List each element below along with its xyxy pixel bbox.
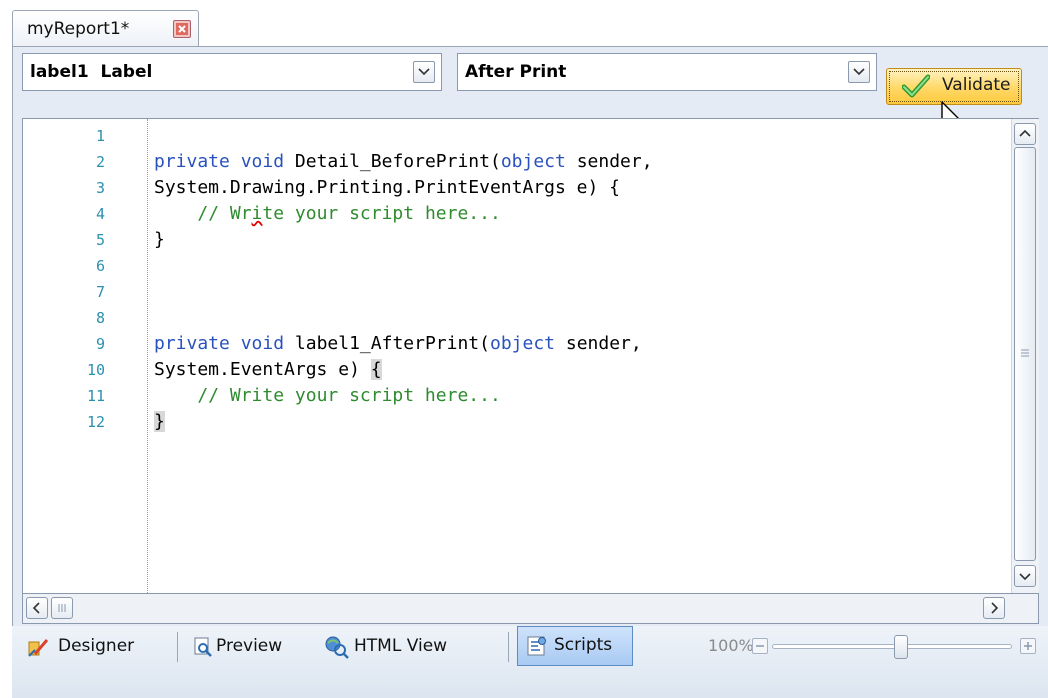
code-line[interactable]: // Write your script here... [154, 203, 501, 224]
line-number: 5 [95, 231, 105, 249]
code-text: System.Drawing.Printing.PrintEventArgs e… [154, 177, 620, 198]
checkmark-icon [902, 74, 930, 98]
preview-icon [194, 637, 212, 657]
tab-title: myReport1* [27, 19, 130, 39]
keyword: private [154, 333, 230, 354]
chevron-down-icon[interactable] [848, 61, 870, 83]
line-number: 4 [95, 205, 105, 223]
zoom-in-button[interactable] [1020, 638, 1036, 654]
code-line[interactable]: private void Detail_BeforePrint(object s… [154, 151, 653, 172]
object-selector-value: label1 Label [30, 62, 152, 82]
toolbar-separator [508, 632, 509, 662]
code-line[interactable]: } [154, 229, 165, 250]
event-selector-combo[interactable]: After Print [457, 53, 877, 91]
scripts-tab-button[interactable]: Scripts [517, 626, 633, 666]
comment-text: te your script here... [262, 203, 501, 224]
close-icon[interactable] [173, 20, 191, 38]
comment-text: // Wr [197, 203, 252, 224]
line-number: 1 [95, 127, 105, 145]
chevron-left-icon[interactable] [26, 597, 48, 619]
line-number: 11 [86, 387, 105, 405]
html-view-icon [325, 636, 349, 659]
line-number: 9 [95, 335, 105, 353]
brace-match-highlight: { [370, 359, 382, 380]
keyword: void [240, 333, 285, 354]
chevron-up-icon[interactable] [1014, 123, 1036, 145]
method-name: Detail_BeforePrint( [294, 151, 501, 172]
code-line[interactable]: } [154, 411, 165, 432]
code-text: sender, [576, 151, 653, 172]
vertical-scroll-thumb[interactable] [1014, 147, 1036, 561]
chevron-down-icon[interactable] [1014, 565, 1036, 587]
line-number: 7 [95, 283, 105, 301]
object-selector-combo[interactable]: label1 Label [22, 53, 442, 91]
gutter-separator [147, 119, 148, 593]
code-line[interactable]: private void label1_AfterPrint(object se… [154, 333, 642, 354]
code-text: System.EventArgs e) [154, 359, 371, 380]
object-type: Label [100, 62, 153, 82]
object-name: label1 [30, 62, 89, 82]
line-number: 10 [86, 361, 105, 379]
spelling-error: i [251, 203, 263, 224]
code-line[interactable]: System.EventArgs e) { [154, 359, 382, 380]
vertical-scrollbar[interactable] [1011, 119, 1039, 593]
zoom-percentage: 100% [708, 636, 754, 655]
toolbar-separator [177, 632, 178, 662]
brace-match-highlight: } [154, 411, 165, 432]
zoom-slider-thumb[interactable] [894, 635, 908, 659]
code-editor[interactable]: 1 2 3 4 5 6 7 8 9 10 11 12 private void … [22, 118, 1039, 594]
chevron-right-icon[interactable] [983, 597, 1005, 619]
horizontal-scroll-thumb[interactable] [51, 597, 73, 619]
code-line[interactable]: // Write your script here... [154, 385, 501, 406]
line-number: 6 [95, 257, 105, 275]
bottom-toolbar: Designer Preview HTML View Scripts 100% [12, 626, 1048, 698]
designer-icon [28, 639, 49, 657]
chevron-down-icon[interactable] [413, 61, 435, 83]
zoom-out-button[interactable] [752, 638, 768, 654]
preview-tab-button[interactable]: Preview [188, 628, 318, 666]
scripts-icon [527, 636, 546, 656]
preview-label: Preview [216, 636, 283, 656]
horizontal-scrollbar[interactable] [22, 594, 1039, 624]
code-line[interactable]: System.Drawing.Printing.PrintEventArgs e… [154, 177, 620, 198]
zoom-slider-track[interactable] [772, 644, 1012, 649]
line-number: 3 [95, 179, 105, 197]
validate-label: Validate [942, 75, 1011, 95]
keyword: object [500, 151, 566, 172]
html-view-label: HTML View [354, 636, 448, 656]
keyword: private [154, 151, 230, 172]
method-name: label1_AfterPrint( [294, 333, 490, 354]
line-number: 12 [86, 413, 105, 431]
line-number: 2 [95, 153, 105, 171]
code-text: } [154, 229, 165, 250]
designer-label: Designer [58, 636, 135, 656]
document-tab[interactable]: myReport1* [12, 10, 199, 46]
comment-text: // Write your script here... [197, 385, 501, 406]
code-text: sender, [565, 333, 642, 354]
line-number: 8 [95, 309, 105, 327]
keyword: object [489, 333, 556, 354]
event-selector-value: After Print [465, 62, 567, 82]
scripts-label: Scripts [554, 635, 613, 655]
designer-tab-button[interactable]: Designer [18, 628, 168, 666]
keyword: void [240, 151, 285, 172]
html-view-tab-button[interactable]: HTML View [320, 628, 500, 666]
